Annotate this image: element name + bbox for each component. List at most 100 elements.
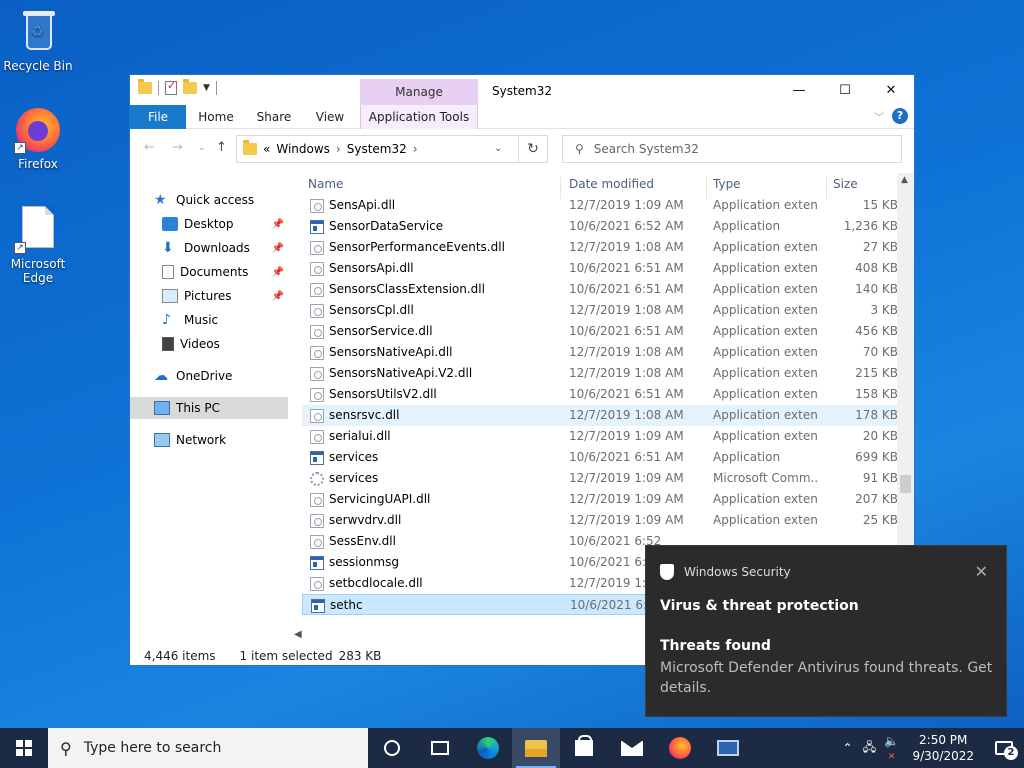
quick-access-toolbar: ▼: [138, 79, 217, 95]
close-button[interactable]: ✕: [868, 75, 914, 105]
table-row[interactable]: SensorsApi.dll 10/6/2021 6:51 AM Applicati…: [302, 258, 902, 279]
mail-icon: [621, 740, 643, 756]
clock[interactable]: 2:50 PM 9/30/2022: [902, 732, 984, 764]
chevron-right-icon[interactable]: ›: [413, 142, 418, 156]
desktop-icon-recycle-bin[interactable]: ♻ Recycle Bin: [0, 8, 76, 73]
address-dropdown-icon[interactable]: ⌄: [494, 143, 502, 154]
maximize-button[interactable]: ☐: [822, 75, 868, 105]
action-center-button[interactable]: 2: [984, 728, 1024, 768]
file-explorer-taskbar-button[interactable]: [512, 728, 560, 768]
back-arrow-icon[interactable]: ←: [144, 140, 155, 155]
column-header-name[interactable]: Name: [308, 177, 343, 191]
nav-network[interactable]: Network: [130, 429, 288, 451]
file-size: 25 KB: [862, 513, 898, 527]
file-type: Microsoft Comm...: [713, 471, 817, 485]
column-header-type[interactable]: Type: [713, 177, 741, 191]
properties-icon[interactable]: [165, 79, 177, 95]
folder-icon: [243, 140, 257, 155]
mail-taskbar-button[interactable]: [608, 728, 656, 768]
file-size: 215 KB: [855, 366, 898, 380]
column-header-size[interactable]: Size: [833, 177, 858, 191]
download-arrow-icon: ⬇: [162, 240, 174, 256]
up-arrow-icon[interactable]: ↑: [216, 140, 227, 155]
store-taskbar-button[interactable]: [560, 728, 608, 768]
table-row[interactable]: SensorsUtilsV2.dll 10/6/2021 6:51 AM Appli…: [302, 384, 902, 405]
table-row[interactable]: ServicingUAPI.dll 12/7/2019 1:09 AM Applic…: [302, 489, 902, 510]
table-row[interactable]: services 12/7/2019 1:09 AM Microsoft Comm.…: [302, 468, 902, 489]
edge-taskbar-button[interactable]: [464, 728, 512, 768]
table-row[interactable]: serwvdrv.dll 12/7/2019 1:09 AM Application…: [302, 510, 902, 531]
minimize-button[interactable]: —: [776, 75, 822, 105]
title-bar[interactable]: ▼ Manage System32 — ☐ ✕: [130, 75, 914, 105]
dll-file-icon: [310, 304, 324, 318]
column-header-row: ⌃ Name Date modified Type Size: [302, 173, 902, 199]
forward-arrow-icon[interactable]: →: [172, 140, 183, 155]
chevron-down-icon[interactable]: ▼: [203, 83, 210, 93]
breadcrumb-windows[interactable]: Windows: [276, 142, 330, 156]
cortana-button[interactable]: [368, 728, 416, 768]
tab-share[interactable]: Share: [252, 105, 296, 129]
tab-view[interactable]: View: [310, 105, 350, 129]
security-toast[interactable]: Windows Security ✕ Virus & threat protec…: [645, 545, 1007, 717]
expand-ribbon-icon[interactable]: ﹀: [874, 109, 884, 124]
refresh-button[interactable]: ↻: [518, 135, 548, 163]
contextual-tab-manage: Manage: [360, 79, 478, 105]
table-row[interactable]: SensorsCpl.dll 12/7/2019 1:08 AM Applicati…: [302, 300, 902, 321]
table-row[interactable]: SensorsNativeApi.V2.dll 12/7/2019 1:08 AM…: [302, 363, 902, 384]
breadcrumb-overflow[interactable]: «: [263, 142, 270, 156]
file-name: ServicingUAPI.dll: [329, 492, 431, 506]
pin-icon[interactable]: 📌: [272, 219, 284, 230]
start-button[interactable]: [0, 728, 48, 768]
firefox-taskbar-button[interactable]: [656, 728, 704, 768]
nav-pictures[interactable]: Pictures 📌: [130, 285, 288, 307]
nav-music[interactable]: ♪ Music: [130, 309, 288, 331]
table-row[interactable]: SensApi.dll 12/7/2019 1:09 AM Application …: [302, 195, 902, 216]
table-row[interactable]: SensorDataService 10/6/2021 6:52 AM Applic…: [302, 216, 902, 237]
pin-icon[interactable]: 📌: [272, 267, 284, 278]
search-input[interactable]: ⚲ Search System32: [562, 135, 902, 163]
column-header-date[interactable]: Date modified: [569, 177, 654, 191]
pin-icon[interactable]: 📌: [272, 243, 284, 254]
close-icon[interactable]: ✕: [975, 562, 988, 581]
tab-application-tools[interactable]: Application Tools: [360, 105, 478, 129]
breadcrumb-system32[interactable]: System32: [347, 142, 407, 156]
file-name: SensApi.dll: [329, 198, 396, 212]
tab-file[interactable]: File: [130, 105, 186, 129]
chevron-right-icon[interactable]: ›: [336, 142, 341, 156]
nav-this-pc[interactable]: This PC: [130, 397, 288, 419]
item-count: 4,446 items: [144, 649, 216, 663]
file-name: serialui.dll: [329, 429, 391, 443]
file-name: SensorService.dll: [329, 324, 433, 338]
selection-count: 1 item selected: [239, 649, 333, 663]
scrollbar-thumb[interactable]: [900, 475, 911, 493]
new-folder-icon[interactable]: [183, 79, 197, 94]
pin-icon[interactable]: 📌: [272, 291, 284, 302]
table-row[interactable]: SensorsNativeApi.dll 12/7/2019 1:08 AM App…: [302, 342, 902, 363]
nav-documents[interactable]: Documents 📌: [130, 261, 288, 283]
scroll-up-icon[interactable]: ▲: [901, 175, 908, 185]
recent-locations-icon[interactable]: ⌄: [198, 143, 206, 153]
file-size: 140 KB: [855, 282, 898, 296]
nav-downloads[interactable]: ⬇ Downloads 📌: [130, 237, 288, 259]
nav-quick-access[interactable]: ★ Quick access: [130, 189, 288, 211]
table-row[interactable]: sensrsvc.dll 12/7/2019 1:08 AM Application…: [302, 405, 902, 426]
desktop-icon-microsoft-edge[interactable]: ↗ Microsoft Edge: [0, 206, 76, 285]
chevron-up-icon[interactable]: ⌃: [836, 741, 858, 755]
app-taskbar-button[interactable]: [704, 728, 752, 768]
table-row[interactable]: services 10/6/2021 6:51 AM Application 699 …: [302, 447, 902, 468]
nav-onedrive[interactable]: ☁ OneDrive: [130, 365, 288, 387]
tab-home[interactable]: Home: [194, 105, 238, 129]
task-view-button[interactable]: [416, 728, 464, 768]
table-row[interactable]: SensorPerformanceEvents.dll 12/7/2019 1:0…: [302, 237, 902, 258]
taskbar-search-box[interactable]: ⚲ Type here to search: [48, 728, 368, 768]
network-icon[interactable]: 🖧: [858, 738, 880, 759]
desktop-icon-firefox[interactable]: ↗ Firefox: [0, 106, 76, 171]
nav-desktop[interactable]: Desktop 📌: [130, 213, 288, 235]
table-row[interactable]: serialui.dll 12/7/2019 1:09 AM Application…: [302, 426, 902, 447]
scroll-left-icon[interactable]: ◀: [294, 629, 302, 640]
table-row[interactable]: SensorsClassExtension.dll 10/6/2021 6:51 …: [302, 279, 902, 300]
table-row[interactable]: SensorService.dll 10/6/2021 6:51 AM Applic…: [302, 321, 902, 342]
nav-videos[interactable]: Videos: [130, 333, 288, 355]
speaker-muted-icon[interactable]: 🔈✕: [880, 734, 902, 762]
help-icon[interactable]: ?: [892, 108, 908, 124]
